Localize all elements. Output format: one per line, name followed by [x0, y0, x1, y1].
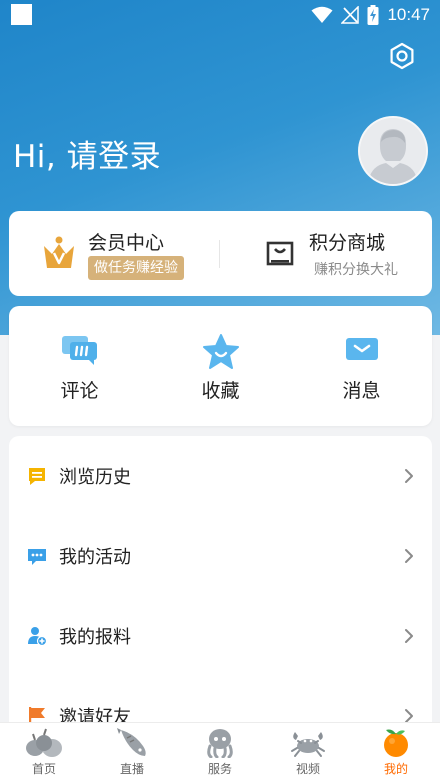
chevron-right-icon: [405, 549, 413, 563]
tab-live[interactable]: 直播: [88, 723, 176, 782]
points-mall-subtitle: 赚积分换大礼: [314, 262, 398, 278]
messages-label: 消息: [342, 380, 381, 402]
menu-item-label: 浏览历史: [59, 467, 131, 488]
favorites-label: 收藏: [201, 380, 240, 402]
comment-icon: [61, 336, 97, 365]
tab-label: 首页: [31, 762, 56, 776]
login-prompt[interactable]: Hi, 请登录: [13, 131, 161, 176]
history-icon: [29, 468, 45, 485]
menu-item-label: 我的报料: [59, 627, 131, 648]
crab-icon: [291, 732, 325, 757]
menu-item-history[interactable]: 浏览历史: [9, 436, 432, 516]
tab-label: 服务: [207, 762, 232, 776]
quick-actions-card: 评论 收藏 消息: [9, 306, 432, 426]
member-task-badge: 做任务赚经验: [88, 256, 184, 280]
member-card: 会员中心 做任务赚经验 积分商城 赚积分换大礼: [9, 211, 432, 296]
fish-icon: [117, 728, 146, 756]
settings-button[interactable]: [386, 40, 418, 72]
battery-charging-icon: [367, 5, 379, 25]
points-mall-title: 积分商城: [309, 232, 386, 254]
status-time: 10:47: [387, 5, 430, 24]
crown-icon: [44, 236, 74, 268]
menu-item-label: 我的活动: [59, 547, 131, 568]
tab-mine[interactable]: 我的: [352, 723, 440, 782]
orange-icon: [384, 729, 408, 757]
no-signal-icon: [341, 6, 360, 24]
wifi-icon: [311, 6, 333, 23]
favorites-button[interactable]: 收藏: [150, 306, 291, 426]
notification-icon: [11, 4, 32, 25]
menu-item-activities[interactable]: 我的活动: [9, 516, 432, 596]
messages-button[interactable]: 消息: [291, 306, 432, 426]
message-icon: [345, 338, 378, 360]
tab-home[interactable]: 首页: [0, 723, 88, 782]
tab-video[interactable]: 视频: [264, 723, 352, 782]
menu-list: 浏览历史 我的活动 我的报料 邀请好友: [9, 436, 432, 736]
activity-icon: [28, 549, 46, 565]
user-silhouette-icon: [360, 118, 426, 184]
shopping-bag-icon: [266, 241, 294, 266]
status-bar: 10:47: [0, 0, 440, 30]
comments-label: 评论: [60, 380, 99, 402]
divider: [219, 240, 220, 268]
avatar[interactable]: [358, 116, 428, 186]
bottom-tab-bar: 首页 直播 服务 视频 我的: [0, 722, 440, 782]
tab-service[interactable]: 服务: [176, 723, 264, 782]
member-center-title: 会员中心: [88, 232, 165, 254]
chevron-right-icon: [405, 629, 413, 643]
tab-label: 视频: [295, 762, 320, 776]
comments-button[interactable]: 评论: [9, 306, 150, 426]
gear-icon: [390, 42, 414, 70]
points-mall-entry[interactable]: 积分商城 赚积分换大礼: [221, 211, 432, 296]
octopus-icon: [207, 729, 233, 758]
chevron-right-icon: [405, 469, 413, 483]
menu-item-reports[interactable]: 我的报料: [9, 596, 432, 676]
garlic-icon: [26, 728, 62, 757]
tab-label: 直播: [119, 762, 144, 776]
star-icon: [202, 334, 239, 369]
report-icon: [28, 627, 47, 646]
tab-label: 我的: [383, 762, 408, 776]
member-center-entry[interactable]: 会员中心 做任务赚经验: [9, 211, 219, 296]
